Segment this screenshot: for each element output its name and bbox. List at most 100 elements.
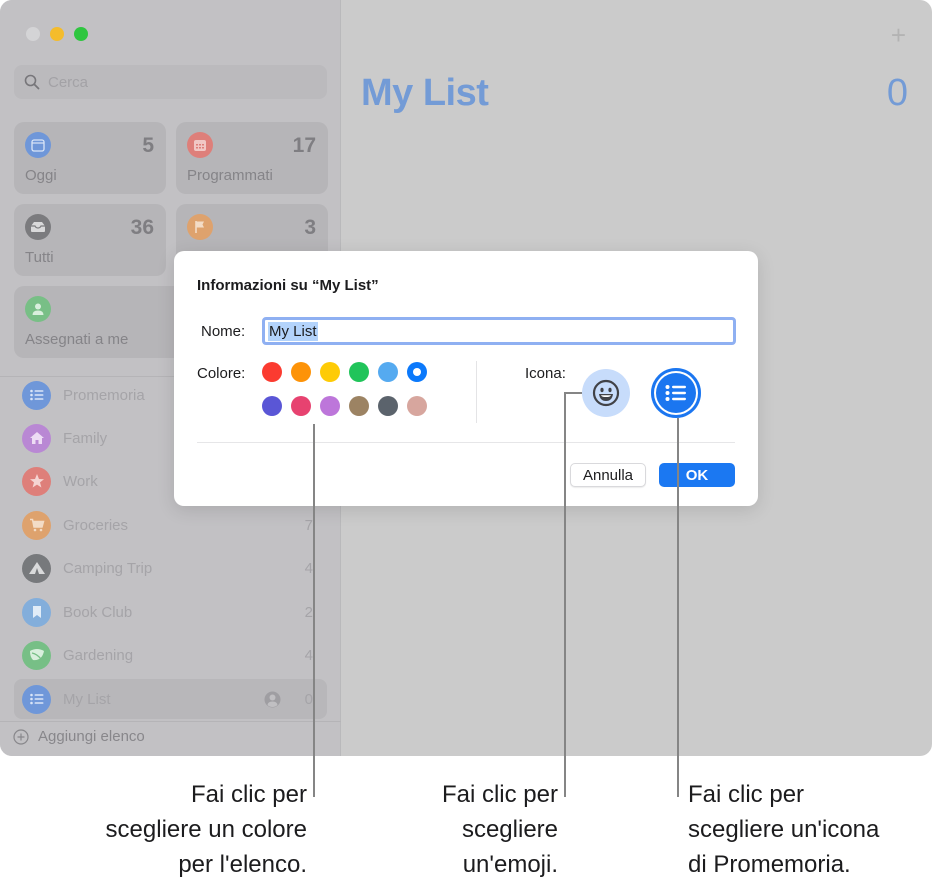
cart-icon <box>22 510 51 540</box>
list-item-my-list[interactable]: My List 0 <box>14 679 327 719</box>
smart-list-all[interactable]: 36 Tutti <box>14 204 166 276</box>
smart-list-label: Assegnati a me <box>25 331 129 348</box>
callout-line-text: un'emoji. <box>462 851 558 878</box>
window-controls <box>26 27 88 41</box>
smart-list-label: Oggi <box>25 167 57 184</box>
callout-line-text: di Promemoria. <box>688 851 851 878</box>
list-item-camping-trip[interactable]: Camping Trip 4 <box>14 548 327 588</box>
color-swatch-green[interactable] <box>349 362 369 382</box>
emoji-picker-button[interactable] <box>582 369 630 417</box>
color-swatch-light-blue[interactable] <box>378 362 398 382</box>
color-swatch-purple[interactable] <box>320 396 340 416</box>
plus-circle-icon <box>13 728 29 745</box>
dialog-title: Informazioni su “My List” <box>197 277 379 294</box>
list-label: Family <box>63 429 108 447</box>
list-count: 4 <box>304 559 313 577</box>
icon-label: Icona: <box>525 365 566 382</box>
list-label: Work <box>63 472 98 490</box>
list-info-dialog: Informazioni su “My List” Nome: My List … <box>174 251 758 506</box>
callout-line-icon <box>677 418 679 797</box>
callout-icon: Fai clic per scegliere un'icona di Prome… <box>688 777 879 882</box>
search-field[interactable]: Cerca <box>14 65 327 99</box>
dialog-separator <box>197 442 735 443</box>
smart-list-count: 5 <box>142 134 154 157</box>
callout-line-text: scegliere un colore <box>105 816 307 843</box>
tray-icon <box>25 214 51 240</box>
list-bullet-icon <box>22 380 51 410</box>
color-swatch-rose[interactable] <box>407 396 427 416</box>
tent-icon <box>22 553 51 583</box>
vertical-separator <box>476 361 477 423</box>
minimize-button[interactable] <box>50 27 64 41</box>
list-count: 2 <box>304 603 313 621</box>
color-swatch-brown[interactable] <box>349 396 369 416</box>
callout-line-text: Fai clic per <box>441 781 558 808</box>
callout-line-text: scegliere un'icona <box>688 816 880 843</box>
callout-line-text: Fai clic per <box>688 781 805 808</box>
smart-list-scheduled[interactable]: 17 Programmati <box>176 122 328 194</box>
smart-list-today[interactable]: 5 Oggi <box>14 122 166 194</box>
list-bullet-icon <box>22 684 51 714</box>
list-icon-button[interactable] <box>651 368 701 418</box>
flag-icon <box>187 214 213 240</box>
color-swatch-blue[interactable] <box>407 362 427 382</box>
maximize-button[interactable] <box>74 27 88 41</box>
ok-button[interactable]: OK <box>659 463 735 487</box>
color-swatch-orange[interactable] <box>291 362 311 382</box>
list-count: 7 <box>304 516 313 534</box>
callout-line-text: per l'elenco. <box>178 851 307 878</box>
callout-line-text: Fai clic per <box>190 781 307 808</box>
bookmark-icon <box>22 597 51 627</box>
smart-list-label: Programmati <box>187 167 273 184</box>
list-label: Gardening <box>63 646 134 664</box>
smart-list-count: 3 <box>304 216 316 239</box>
callout-line-color <box>313 424 315 797</box>
list-label: Promemoria <box>63 386 145 404</box>
calendar-scheduled-icon <box>187 132 213 158</box>
add-list-button[interactable]: Aggiungi elenco <box>13 728 145 745</box>
smart-list-label: Tutti <box>25 249 54 266</box>
callout-line-text: scegliere <box>461 816 558 843</box>
add-reminder-button[interactable]: + <box>891 20 906 51</box>
close-button[interactable] <box>26 27 40 41</box>
color-swatch-pink[interactable] <box>291 396 311 416</box>
name-field[interactable]: My List <box>262 317 736 345</box>
color-swatches <box>262 362 427 416</box>
star-icon <box>22 466 51 496</box>
list-label: Groceries <box>63 516 129 534</box>
leaf-icon <box>22 640 51 670</box>
calendar-today-icon <box>25 132 51 158</box>
callout-line-emoji <box>564 392 566 797</box>
list-total-count: 0 <box>886 72 908 114</box>
list-label: My List <box>63 690 111 708</box>
color-swatch-indigo[interactable] <box>262 396 282 416</box>
person-icon <box>25 296 51 322</box>
list-item-gardening[interactable]: Gardening 4 <box>14 635 327 675</box>
add-list-label: Aggiungi elenco <box>38 728 145 745</box>
list-count: 4 <box>304 646 313 664</box>
callout-hline-emoji <box>564 392 582 394</box>
smart-list-count: 17 <box>292 134 316 157</box>
search-icon <box>24 74 40 90</box>
list-item-groceries[interactable]: Groceries 7 <box>14 505 327 545</box>
list-item-book-club[interactable]: Book Club 2 <box>14 592 327 632</box>
list-label: Camping Trip <box>63 559 153 577</box>
smart-list-count: 36 <box>130 216 154 239</box>
list-bullet-icon <box>665 385 686 401</box>
cancel-button[interactable]: Annulla <box>570 463 646 487</box>
callout-color: Fai clic per scegliere un colore per l'e… <box>106 777 307 882</box>
name-label: Nome: <box>201 323 246 340</box>
shared-person-icon <box>264 691 281 707</box>
color-swatch-yellow[interactable] <box>320 362 340 382</box>
callout-emoji: Fai clic per scegliere un'emoji. <box>442 777 558 882</box>
house-icon <box>22 423 51 453</box>
color-swatch-red[interactable] <box>262 362 282 382</box>
emoji-icon <box>592 379 620 407</box>
search-placeholder: Cerca <box>48 73 89 91</box>
sidebar-bottom-divider <box>0 721 341 722</box>
color-swatch-gray[interactable] <box>378 396 398 416</box>
list-label: Book Club <box>63 603 133 621</box>
color-label: Colore: <box>197 365 246 382</box>
list-count: 0 <box>304 690 313 708</box>
name-field-value: My List <box>268 321 318 341</box>
